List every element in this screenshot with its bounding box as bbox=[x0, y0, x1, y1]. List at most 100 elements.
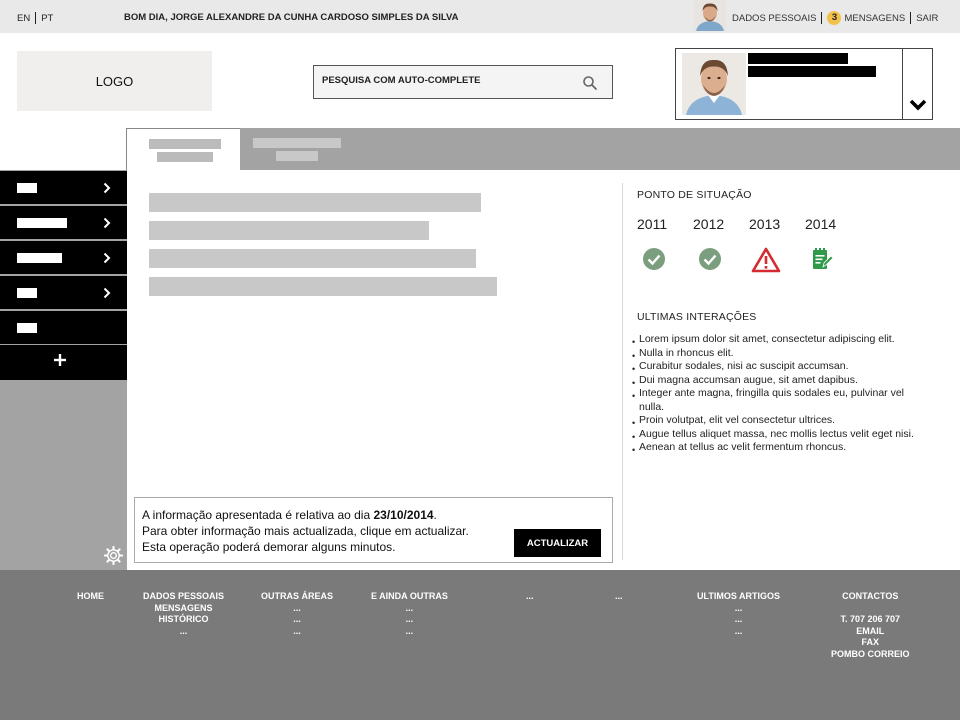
menu-label-placeholder bbox=[17, 288, 37, 298]
footer-link[interactable]: ... bbox=[143, 626, 224, 638]
year-2012[interactable]: 2012 bbox=[693, 216, 749, 232]
tab-label-placeholder bbox=[149, 139, 221, 149]
chevron-right-icon bbox=[103, 182, 111, 194]
list-item[interactable]: Proin volutpat, elit vel consectetur ult… bbox=[632, 414, 930, 430]
profile-dropdown-button[interactable] bbox=[902, 49, 933, 119]
tab-label-placeholder bbox=[157, 152, 213, 162]
sidebar-item-3[interactable] bbox=[0, 241, 127, 274]
footer-col-contacts: CONTACTOS T. 707 206 707 EMAIL FAX POMBO… bbox=[831, 591, 910, 660]
footer-link-home[interactable]: HOME bbox=[77, 591, 104, 603]
footer-link[interactable]: DADOS PESSOAIS bbox=[143, 591, 224, 603]
footer-link[interactable]: ... bbox=[371, 626, 448, 638]
footer-col-home: HOME bbox=[77, 591, 104, 603]
tab-1[interactable] bbox=[126, 128, 240, 170]
footer-link[interactable]: ... bbox=[261, 614, 333, 626]
info-date-suffix: . bbox=[433, 508, 437, 522]
footer-link[interactable]: ... bbox=[261, 603, 333, 615]
status-title: PONTO DE SITUAÇÃO bbox=[637, 189, 752, 201]
update-button[interactable]: ACTUALIZAR bbox=[514, 529, 601, 557]
footer: HOME DADOS PESSOAIS MENSAGENS HISTÓRICO … bbox=[0, 570, 960, 720]
avatar[interactable] bbox=[694, 0, 726, 31]
sidebar-item-1[interactable] bbox=[0, 171, 127, 204]
settings-gear-icon[interactable] bbox=[104, 546, 123, 565]
lang-pt-link[interactable]: PT bbox=[41, 13, 53, 24]
footer-link[interactable]: CONTACTOS bbox=[831, 591, 910, 603]
list-item[interactable]: Lorem ipsum dolor sit amet, consectetur … bbox=[632, 333, 930, 349]
footer-link[interactable]: POMBO CORREIO bbox=[831, 649, 910, 661]
list-item[interactable]: Aenean at tellus ac velit fermentum rhon… bbox=[632, 441, 930, 457]
profile-photo bbox=[682, 53, 746, 115]
footer-link[interactable]: ULTIMOS ARTIGOS bbox=[697, 591, 780, 603]
redacted-name bbox=[748, 53, 848, 64]
divider bbox=[622, 183, 623, 560]
footer-col-5: ... bbox=[526, 591, 534, 603]
sidebar-item-4[interactable] bbox=[0, 276, 127, 309]
edit-document-icon[interactable] bbox=[810, 247, 866, 273]
tab-2[interactable] bbox=[240, 128, 360, 170]
lang-en-link[interactable]: EN bbox=[17, 13, 30, 24]
personal-data-link[interactable]: DADOS PESSOAIS bbox=[732, 13, 816, 24]
footer-link[interactable]: ... bbox=[526, 591, 534, 603]
logo[interactable]: LOGO bbox=[17, 51, 212, 111]
footer-link bbox=[831, 603, 910, 615]
footer-link[interactable]: ... bbox=[261, 626, 333, 638]
footer-link[interactable]: T. 707 206 707 bbox=[831, 614, 910, 626]
interactions-title: ULTIMAS INTERAÇÕES bbox=[637, 311, 757, 323]
footer-link[interactable]: ... bbox=[371, 614, 448, 626]
tab-label-placeholder bbox=[276, 151, 318, 161]
info-date: 23/10/2014 bbox=[373, 508, 434, 522]
ok-check-icon[interactable] bbox=[698, 247, 754, 273]
footer-col-more: E AINDA OUTRAS ... ... ... bbox=[371, 591, 448, 637]
messages-link[interactable]: MENSAGENS bbox=[844, 13, 905, 24]
footer-link[interactable]: ... bbox=[697, 614, 780, 626]
info-line-3: Esta operação poderá demorar alguns minu… bbox=[142, 540, 396, 554]
year-2014[interactable]: 2014 bbox=[805, 216, 861, 232]
plus-icon bbox=[54, 354, 66, 366]
info-line-1: A informação apresentada é relativa ao d… bbox=[142, 507, 512, 523]
footer-col-personal: DADOS PESSOAIS MENSAGENS HISTÓRICO ... bbox=[143, 591, 224, 637]
list-item[interactable]: Dui magna accumsan augue, sit amet dapib… bbox=[632, 374, 930, 390]
footer-link[interactable]: FAX bbox=[831, 637, 910, 649]
logout-link[interactable]: SAIR bbox=[916, 13, 938, 24]
menu-label-placeholder bbox=[17, 183, 37, 193]
footer-link[interactable]: ... bbox=[371, 603, 448, 615]
search-icon[interactable] bbox=[582, 75, 598, 91]
footer-link[interactable]: OUTRAS ÁREAS bbox=[261, 591, 333, 603]
footer-link[interactable]: MENSAGENS bbox=[143, 603, 224, 615]
footer-link[interactable]: HISTÓRICO bbox=[143, 614, 224, 626]
chevron-right-icon bbox=[103, 287, 111, 299]
content-placeholder-line bbox=[149, 221, 429, 240]
add-button[interactable] bbox=[0, 345, 127, 380]
footer-col-6: ... bbox=[615, 591, 623, 603]
year-2011[interactable]: 2011 bbox=[637, 216, 693, 232]
footer-link[interactable]: ... bbox=[615, 591, 623, 603]
info-line-2: Para obter informação mais actualizada, … bbox=[142, 524, 469, 538]
divider bbox=[910, 12, 912, 24]
warning-icon[interactable] bbox=[751, 247, 810, 273]
search-box bbox=[313, 65, 613, 99]
list-item[interactable]: Nulla in rhoncus elit. bbox=[632, 347, 930, 363]
footer-col-other-areas: OUTRAS ÁREAS ... ... ... bbox=[261, 591, 333, 637]
footer-link[interactable]: ... bbox=[697, 603, 780, 615]
content-placeholder-line bbox=[149, 277, 497, 296]
footer-link[interactable]: E AINDA OUTRAS bbox=[371, 591, 448, 603]
content-placeholder-line bbox=[149, 193, 481, 212]
footer-link[interactable]: EMAIL bbox=[831, 626, 910, 638]
footer-col-articles: ULTIMOS ARTIGOS ... ... ... bbox=[697, 591, 780, 637]
divider bbox=[35, 12, 37, 24]
year-status-icons bbox=[642, 247, 866, 273]
list-item[interactable]: Augue tellus aliquet massa, nec mollis l… bbox=[632, 428, 930, 444]
search-input[interactable] bbox=[322, 75, 572, 86]
footer-link[interactable]: ... bbox=[697, 626, 780, 638]
sidebar-item-2[interactable] bbox=[0, 206, 127, 239]
list-item[interactable]: Integer ante magna, fringilla quis sodal… bbox=[632, 387, 930, 414]
info-message: A informação apresentada é relativa ao d… bbox=[142, 507, 512, 555]
chevron-right-icon bbox=[103, 252, 111, 264]
list-item[interactable]: Curabitur sodales, nisi ac suscipit accu… bbox=[632, 360, 930, 376]
messages-count-badge: 3 bbox=[827, 11, 842, 25]
ok-check-icon[interactable] bbox=[642, 247, 698, 273]
sidebar-item-5[interactable] bbox=[0, 311, 127, 344]
avatar-photo bbox=[694, 0, 726, 31]
tab-bar bbox=[126, 128, 960, 170]
year-2013[interactable]: 2013 bbox=[749, 216, 805, 232]
